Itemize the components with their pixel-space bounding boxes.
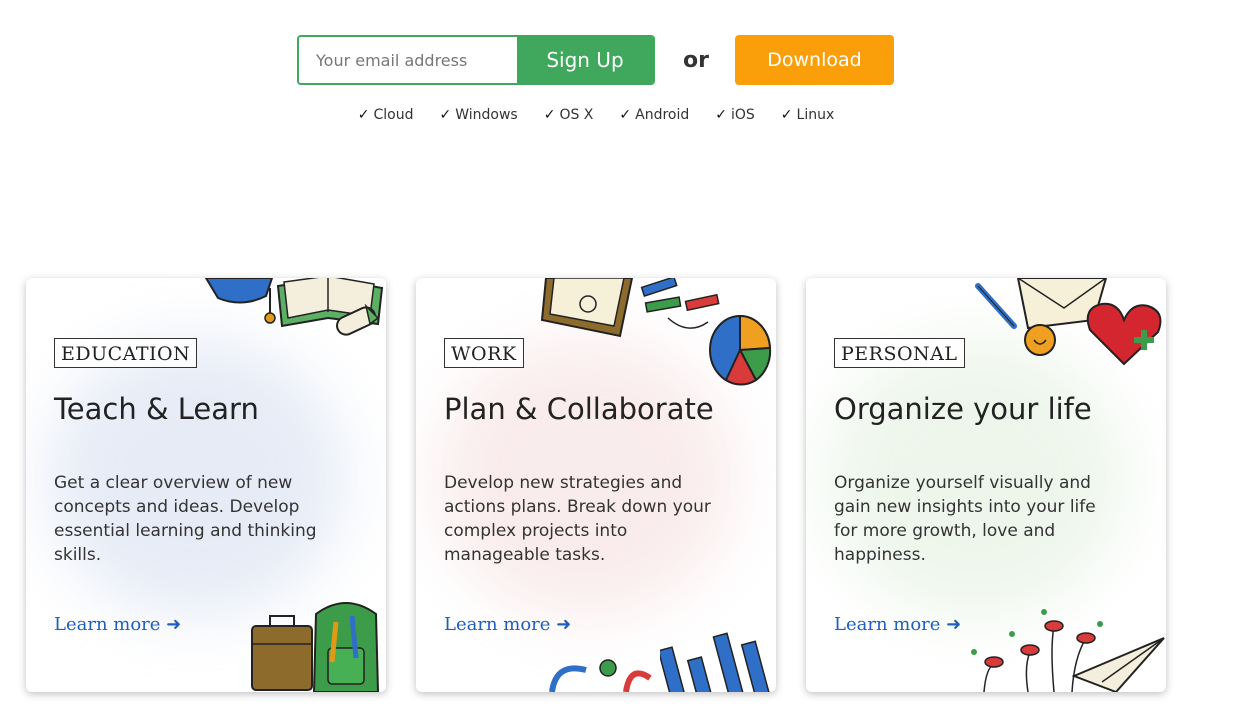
backpack-icon: [312, 602, 380, 692]
card-title: Plan & Collaborate: [444, 392, 714, 426]
card-personal: PERSONAL Organize your life Organize you…: [806, 278, 1166, 692]
check-icon: ✓: [357, 107, 370, 123]
learn-more-link[interactable]: Learn more ➜: [54, 614, 181, 635]
card-title: Teach & Learn: [54, 392, 259, 426]
platform-list: ✓ Cloud ✓ Windows ✓ OS X ✓ Android ✓ iOS ✓ Lin…: [0, 107, 1192, 123]
card-description: Get a clear overview of new concepts and…: [54, 473, 317, 565]
platform-item-android: ✓ Android: [619, 107, 690, 123]
paper-plane-icon: [1072, 637, 1165, 692]
check-icon: ✓: [439, 107, 452, 123]
platform-item-ios: ✓ iOS: [715, 107, 755, 123]
email-input[interactable]: [299, 37, 517, 83]
download-button[interactable]: Download: [735, 35, 894, 85]
signup-form: Sign Up: [297, 35, 655, 85]
card-education: EDUCATION Teach & Learn Get a clear over…: [26, 278, 386, 692]
card-description: Develop new strategies and actions plans…: [444, 473, 711, 565]
check-icon: ✓: [715, 107, 727, 123]
card-tag: WORK: [444, 338, 524, 368]
card-description: Organize yourself visually and gain new …: [834, 473, 1096, 565]
pie-chart-icon: [709, 314, 772, 386]
platform-item-cloud: ✓ Cloud: [357, 107, 414, 123]
refresh-arrows-icon: [549, 659, 652, 692]
card-tag: EDUCATION: [54, 338, 198, 368]
bar-chart-icon: [660, 632, 774, 692]
sign-up-button[interactable]: Sign Up: [517, 37, 653, 83]
lightbulb-icon: [1024, 324, 1056, 356]
diploma-icon: [336, 303, 380, 336]
card-title: Organize your life: [834, 392, 1092, 426]
platform-item-linux: ✓ Linux: [780, 107, 835, 123]
clipboard-icon: [540, 278, 634, 338]
check-icon: ✓: [619, 107, 632, 123]
learn-more-link[interactable]: Learn more ➜: [444, 614, 571, 635]
platform-item-osx: ✓ OS X: [543, 107, 594, 123]
check-icon: ✓: [543, 107, 556, 123]
platform-item-windows: ✓ Windows: [439, 107, 518, 123]
heart-icon: [1086, 302, 1162, 366]
or-label: or: [683, 48, 709, 73]
check-icon: ✓: [780, 107, 793, 123]
card-tag: PERSONAL: [834, 338, 965, 368]
card-work: WORK Plan & Collaborate Develop new stra…: [416, 278, 776, 692]
learn-more-link[interactable]: Learn more ➜: [834, 614, 961, 635]
